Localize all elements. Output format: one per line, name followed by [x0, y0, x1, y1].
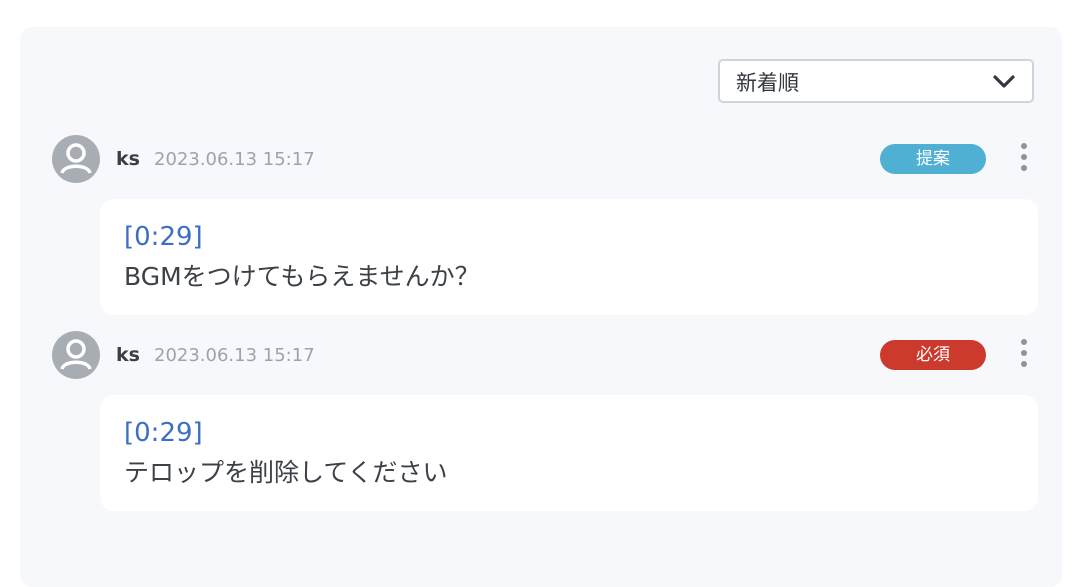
sort-order-value: 新着順: [736, 71, 799, 95]
comment-timestamp: 2023.06.13 15:17: [154, 149, 315, 170]
comment-author: ks: [116, 148, 140, 170]
comment-card: [0:29] BGMをつけてもらえませんか？: [100, 199, 1038, 315]
comment-text: テロップを削除してください: [124, 458, 448, 487]
comment-header: ks 2023.06.13 15:17 必須: [52, 331, 1036, 381]
sort-order-select[interactable]: 新着順: [718, 59, 1034, 103]
user-avatar-icon: [52, 331, 100, 379]
more-vertical-icon[interactable]: [1014, 143, 1034, 175]
comment-panel: 新着順 ks 2023.06.13 15:17 提案 [0:29] BGMをつけ…: [20, 27, 1062, 587]
user-avatar-icon: [52, 135, 100, 183]
category-badge: 提案: [880, 144, 986, 174]
comment-card: [0:29] テロップを削除してください: [100, 395, 1038, 511]
timecode-link[interactable]: [0:29]: [124, 417, 203, 449]
timecode-link[interactable]: [0:29]: [124, 221, 203, 253]
comment-timestamp: 2023.06.13 15:17: [154, 345, 315, 366]
chevron-down-icon: [993, 75, 1015, 88]
more-vertical-icon[interactable]: [1014, 339, 1034, 371]
comment-text: BGMをつけてもらえませんか？: [124, 262, 480, 291]
comment-author: ks: [116, 344, 140, 366]
comment-header: ks 2023.06.13 15:17 提案: [52, 135, 1036, 185]
category-badge: 必須: [880, 340, 986, 370]
